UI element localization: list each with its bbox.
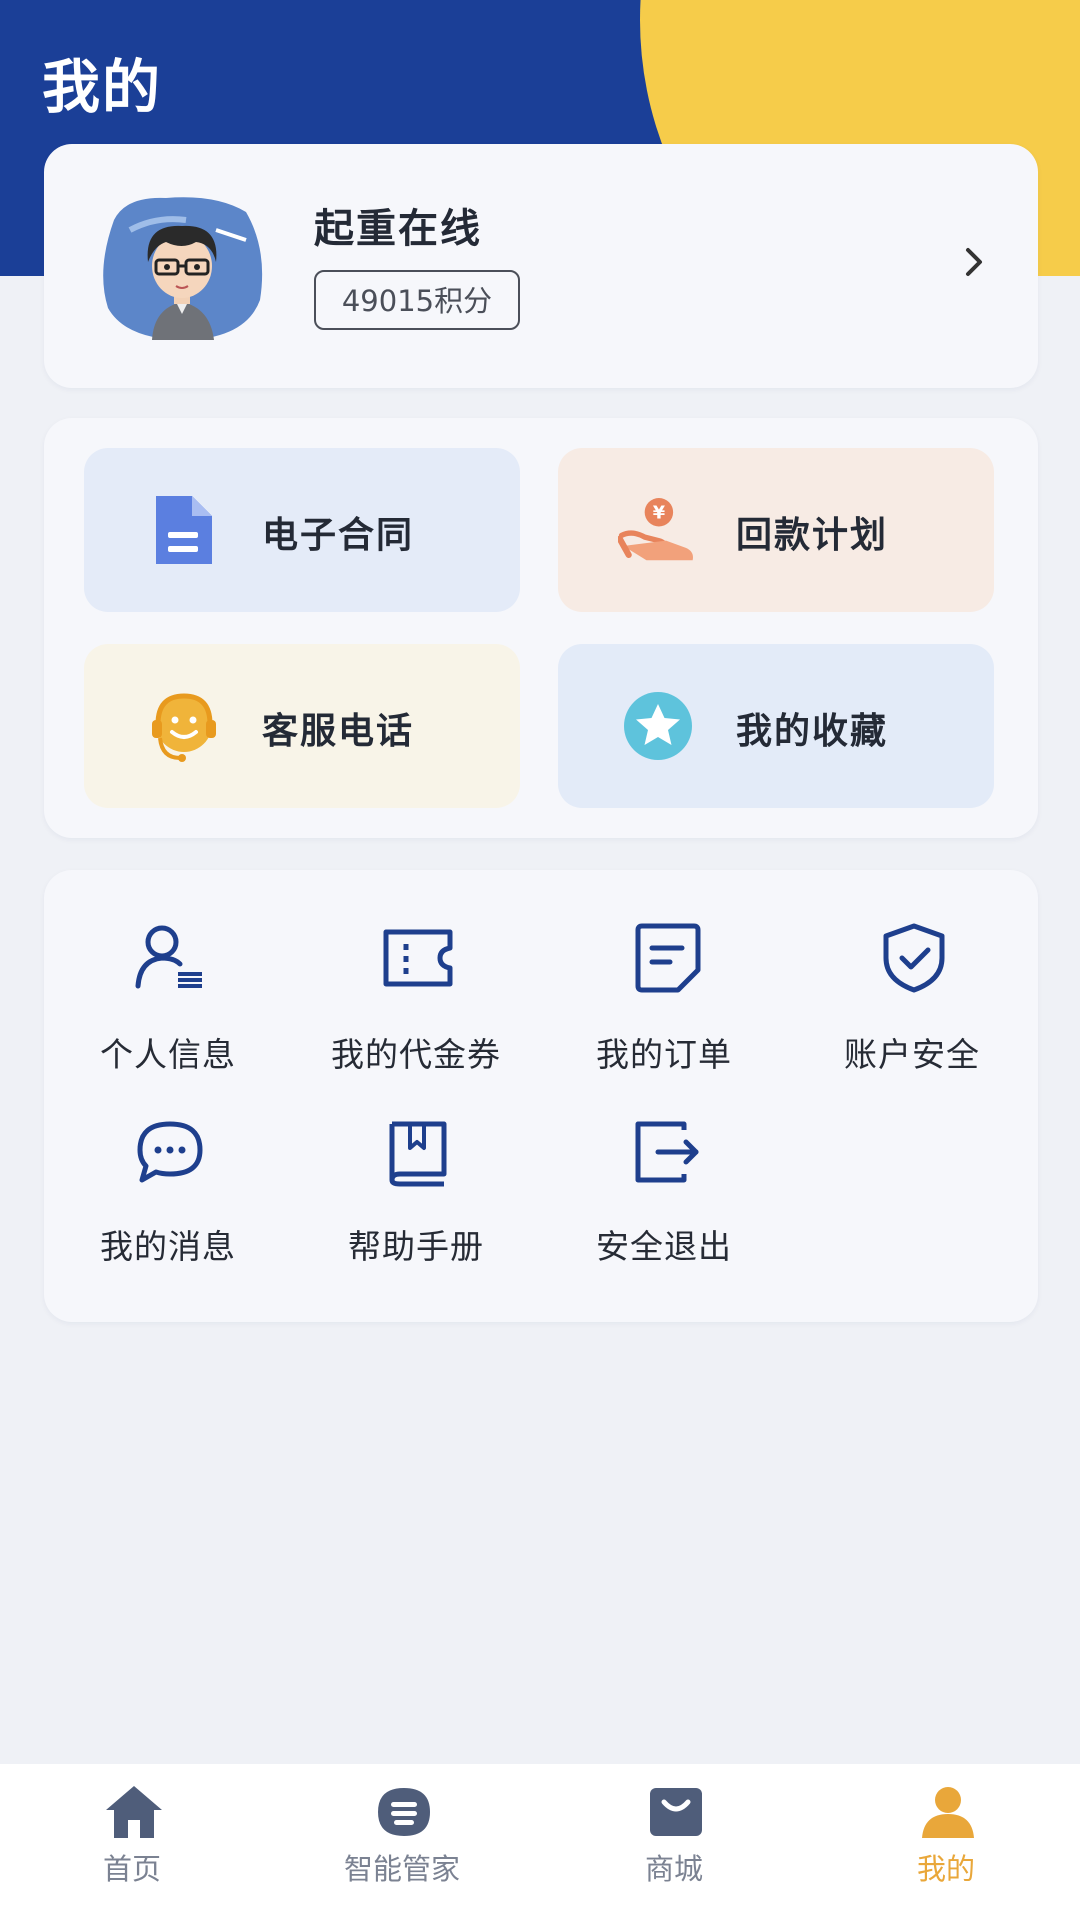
- profile-card[interactable]: 起重在线 49015积分: [44, 144, 1038, 388]
- bottom-tab-bar: 首页 智能管家 商城 我的: [0, 1764, 1080, 1920]
- tab-shop[interactable]: 商城: [574, 1764, 774, 1920]
- e-contract-label: 电子合同: [262, 515, 415, 556]
- document-icon: [156, 496, 212, 564]
- menu-label: 安全退出: [596, 1227, 732, 1266]
- chevron-right-icon[interactable]: [954, 242, 994, 282]
- menu-item-messages[interactable]: 我的消息: [44, 870, 292, 1266]
- menu-label: 账户安全: [844, 1035, 980, 1074]
- assistant-icon: [378, 1788, 430, 1836]
- menu-label: 我的消息: [100, 1227, 236, 1266]
- e-contract-button[interactable]: 电子合同: [84, 448, 520, 612]
- menu-grid-card: 个人信息 我的代金券 我的订单 账户安全 我的消息 帮助手册 安全退出: [44, 870, 1038, 1322]
- profile-name: 起重在线: [314, 206, 482, 252]
- my-favorites-button[interactable]: 我的收藏: [558, 644, 994, 808]
- quick-actions-card: 电子合同 ¥ 回款计划 客服电话 我的收藏: [44, 418, 1038, 838]
- home-icon: [106, 1786, 162, 1838]
- points-badge: 49015积分: [314, 270, 520, 330]
- tab-label: 商城: [644, 1852, 703, 1886]
- customer-service-button[interactable]: 客服电话: [84, 644, 520, 808]
- repayment-plan-label: 回款计划: [736, 515, 889, 556]
- svg-text:¥: ¥: [653, 503, 666, 523]
- tab-mine[interactable]: 我的: [846, 1764, 1046, 1920]
- hand-coin-icon: ¥: [618, 498, 693, 561]
- shop-icon: [650, 1788, 702, 1836]
- menu-item-account-security[interactable]: 账户安全: [788, 870, 1036, 1074]
- book-icon: [389, 1121, 447, 1187]
- avatar[interactable]: [96, 190, 268, 342]
- repayment-plan-button[interactable]: ¥ 回款计划: [558, 448, 994, 612]
- menu-item-help-manual[interactable]: 帮助手册: [292, 870, 540, 1266]
- tab-home[interactable]: 首页: [32, 1764, 232, 1920]
- menu-label: 帮助手册: [348, 1227, 484, 1266]
- star-icon: [624, 692, 692, 760]
- headset-smile-icon: [152, 693, 216, 762]
- menu-item-logout[interactable]: 安全退出: [540, 870, 788, 1266]
- tab-assistant[interactable]: 智能管家: [302, 1764, 502, 1920]
- tab-label: 首页: [102, 1852, 161, 1886]
- my-favorites-label: 我的收藏: [736, 711, 889, 752]
- tab-label: 我的: [916, 1852, 975, 1886]
- logout-icon: [635, 1121, 699, 1183]
- customer-service-label: 客服电话: [262, 711, 415, 752]
- page-title: 我的: [42, 53, 163, 121]
- shield-icon: [883, 923, 945, 993]
- user-icon: [922, 1787, 974, 1838]
- tab-label: 智能管家: [343, 1852, 460, 1886]
- chat-icon: [137, 1121, 203, 1183]
